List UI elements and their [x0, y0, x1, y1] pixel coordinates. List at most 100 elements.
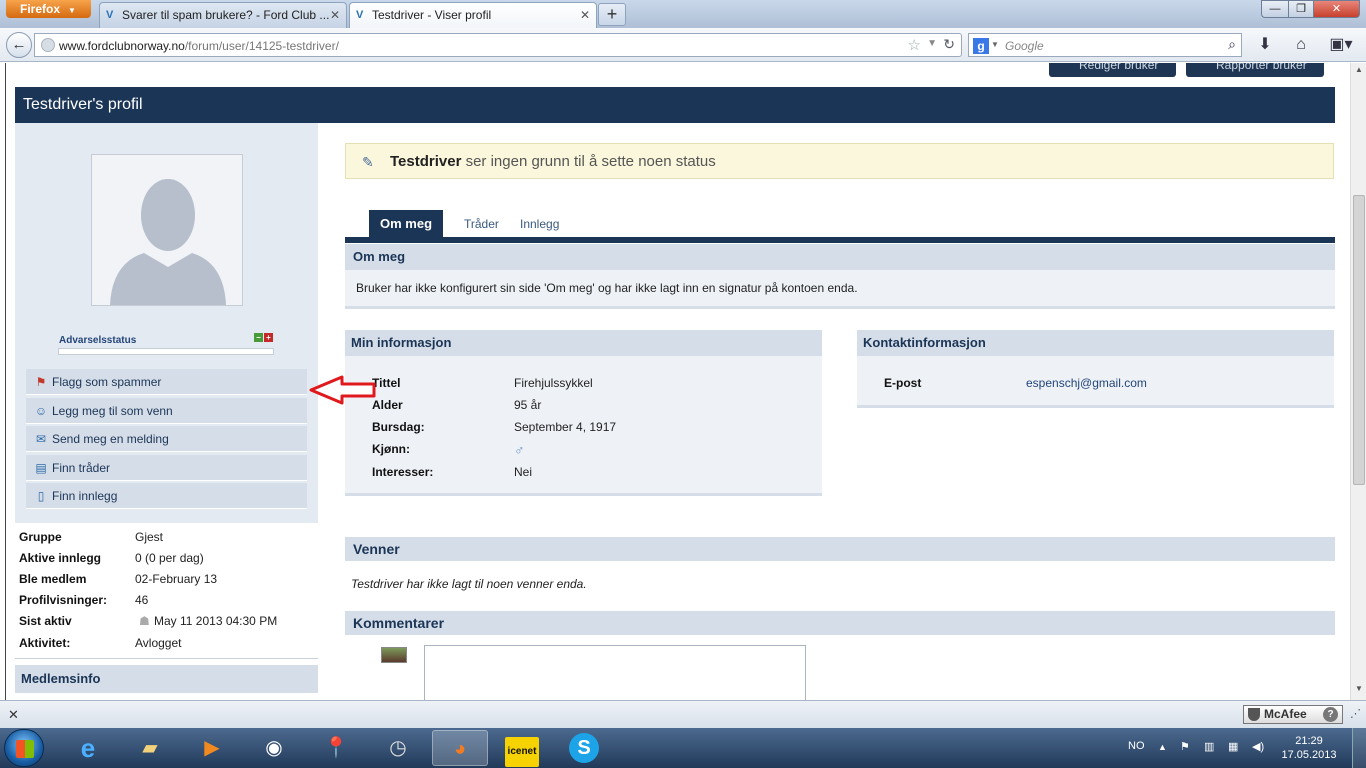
windows-logo-icon: [16, 740, 34, 758]
tray-expand-icon[interactable]: ▲: [1158, 742, 1167, 752]
info-key: Bursdag:: [372, 420, 425, 434]
tab-about-me[interactable]: Om meg: [369, 210, 444, 240]
email-link[interactable]: espenschj@gmail.com: [1026, 376, 1147, 390]
clock-app-icon[interactable]: ◷: [370, 730, 426, 766]
new-tab-button[interactable]: +: [598, 3, 626, 26]
scroll-up-icon[interactable]: ▲: [1353, 65, 1365, 79]
language-indicator[interactable]: NO: [1128, 740, 1145, 752]
firefox-menu-label: Firefox: [20, 2, 61, 16]
posts-icon: ▯: [37, 489, 45, 503]
mcafee-shield-icon: [1248, 708, 1260, 721]
firefox-taskbar-icon[interactable]: ◕: [432, 730, 488, 766]
user-app-icon[interactable]: ◉: [246, 730, 302, 766]
stat-key: Ble medlem: [19, 572, 87, 586]
help-icon[interactable]: ?: [1323, 707, 1338, 722]
stat-group: Gruppe Gjest: [19, 529, 319, 545]
tab-underline: [345, 237, 1335, 243]
info-value: Nei: [514, 465, 533, 479]
volume-icon[interactable]: ◀): [1252, 740, 1264, 753]
clock-time: 21:29: [1295, 735, 1323, 747]
taskbar: e ▰ ▶ ◉ 📍 ◷ ◕ icenet S NO ▲ ⚑ ▥ ▦ ◀) 21:…: [0, 728, 1366, 768]
member-info-label: Medlemsinfo: [21, 671, 101, 686]
close-tab-icon[interactable]: ✕: [580, 3, 590, 27]
url-text: www.fordclubnorway.no/forum/user/14125-t…: [59, 39, 339, 53]
close-window-button[interactable]: ✕: [1313, 0, 1360, 18]
warning-decrease-icon[interactable]: −: [254, 333, 263, 342]
status-username[interactable]: Testdriver: [390, 153, 461, 170]
back-arrow-icon[interactable]: ←: [6, 32, 32, 58]
add-friend-button[interactable]: ☺ Legg meg til som venn: [26, 398, 307, 424]
find-posts-button[interactable]: ▯ Finn innlegg: [26, 483, 307, 509]
device-icon[interactable]: ▥: [1204, 740, 1214, 753]
icenet-app[interactable]: icenet: [494, 730, 550, 767]
warning-status-bar: [58, 348, 274, 355]
friends-heading: Venner: [345, 537, 1335, 561]
media-player-icon[interactable]: ▶: [184, 730, 240, 766]
warning-increase-icon[interactable]: +: [264, 333, 273, 342]
flag-spammer-button[interactable]: ⚑ Flagg som spammer: [26, 369, 307, 395]
message-icon: ✉: [35, 432, 47, 446]
scroll-thumb[interactable]: [1353, 195, 1365, 485]
stat-value: Gjest: [135, 530, 164, 544]
page-title: Testdriver's profil: [23, 96, 143, 113]
minimize-button[interactable]: —: [1261, 0, 1289, 18]
stat-last-active: Sist aktiv ☗ May 11 2013 04:30 PM: [19, 613, 319, 629]
internet-explorer-icon[interactable]: e: [60, 730, 116, 766]
report-user-label: Rapporter bruker: [1216, 63, 1307, 72]
status-bar: ✎ Testdriver ser ingen grunn til å sette…: [345, 143, 1334, 179]
report-user-button[interactable]: Rapporter bruker: [1186, 63, 1324, 77]
close-tab-icon[interactable]: ✕: [330, 3, 340, 27]
home-icon[interactable]: ⌂: [1290, 34, 1312, 56]
search-bar[interactable]: g ▼ Google ⌕: [968, 33, 1242, 57]
show-desktop-button[interactable]: [1352, 728, 1366, 768]
reload-icon[interactable]: ↻: [943, 36, 955, 53]
bookmark-star-icon[interactable]: ☆: [908, 36, 921, 54]
firefox-menu-button[interactable]: Firefox ▼: [6, 0, 91, 18]
skype-icon[interactable]: S: [556, 730, 612, 766]
stat-value: May 11 2013 04:30 PM: [154, 614, 278, 628]
friends-empty-text: Testdriver har ikke lagt til noen venner…: [351, 577, 587, 591]
add-friend-icon: ☺: [34, 404, 48, 418]
flag-icon[interactable]: ⚑: [1180, 740, 1190, 753]
tab-profile[interactable]: V Testdriver - Viser profil ✕: [349, 2, 597, 28]
stat-value: 02-February 13: [135, 572, 218, 586]
pushpin-icon[interactable]: 📍: [308, 730, 364, 766]
about-text: Bruker har ikke konfigurert sin side 'Om…: [356, 281, 858, 295]
system-clock[interactable]: 21:29 17.05.2013: [1276, 734, 1342, 762]
bookmarks-menu-icon[interactable]: ▣▾: [1326, 34, 1356, 56]
resize-grip-icon[interactable]: ⋰: [1350, 707, 1361, 720]
search-icon[interactable]: ⌕: [1228, 36, 1236, 53]
profile-header: Testdriver's profil: [15, 87, 1335, 123]
tab-posts[interactable]: Innlegg: [520, 210, 559, 238]
tab-threads[interactable]: Tråder: [464, 210, 499, 238]
default-avatar-icon: [92, 155, 242, 305]
scroll-down-icon[interactable]: ▼: [1353, 684, 1365, 698]
find-threads-button[interactable]: ▤ Finn tråder: [26, 455, 307, 481]
avatar[interactable]: [91, 154, 243, 306]
google-icon[interactable]: g: [973, 38, 989, 54]
mcafee-button[interactable]: McAfee?: [1243, 705, 1343, 724]
url-bar[interactable]: www.fordclubnorway.no/forum/user/14125-t…: [34, 33, 962, 57]
engine-dropdown-icon[interactable]: ▼: [991, 40, 999, 49]
info-value: September 4, 1917: [514, 420, 617, 434]
network-icon[interactable]: ▦: [1228, 740, 1238, 753]
tab-bar: Firefox ▼ V Svarer til spam brukere? - Fo…: [0, 0, 1366, 28]
tab-spam-thread[interactable]: V Svarer til spam brukere? - Ford Club .…: [99, 2, 347, 28]
info-value: Firehjulssykkel: [514, 376, 593, 390]
send-message-button[interactable]: ✉ Send meg en melding: [26, 426, 307, 452]
restore-button[interactable]: ❐: [1288, 0, 1314, 18]
email-label: E-post: [884, 376, 922, 390]
stat-key: Profilvisninger:: [19, 593, 108, 607]
close-addon-bar-icon[interactable]: ✕: [8, 707, 19, 723]
my-info-heading: Min informasjon: [345, 330, 822, 356]
downloads-icon[interactable]: ⬇: [1254, 34, 1276, 56]
history-dropdown-icon[interactable]: ▼: [927, 38, 937, 49]
start-button[interactable]: [4, 729, 44, 767]
explorer-folder-icon[interactable]: ▰: [122, 730, 178, 766]
friends-heading-bar: Venner: [345, 537, 1335, 561]
vertical-scrollbar[interactable]: ▲ ▼: [1350, 63, 1366, 700]
page-content: Rediger bruker Rapporter bruker Testdriv…: [0, 63, 1350, 700]
status-text: ser ingen grunn til å sette noen status: [465, 153, 716, 170]
comment-textarea[interactable]: [424, 645, 806, 700]
edit-user-button[interactable]: Rediger bruker: [1049, 63, 1176, 77]
